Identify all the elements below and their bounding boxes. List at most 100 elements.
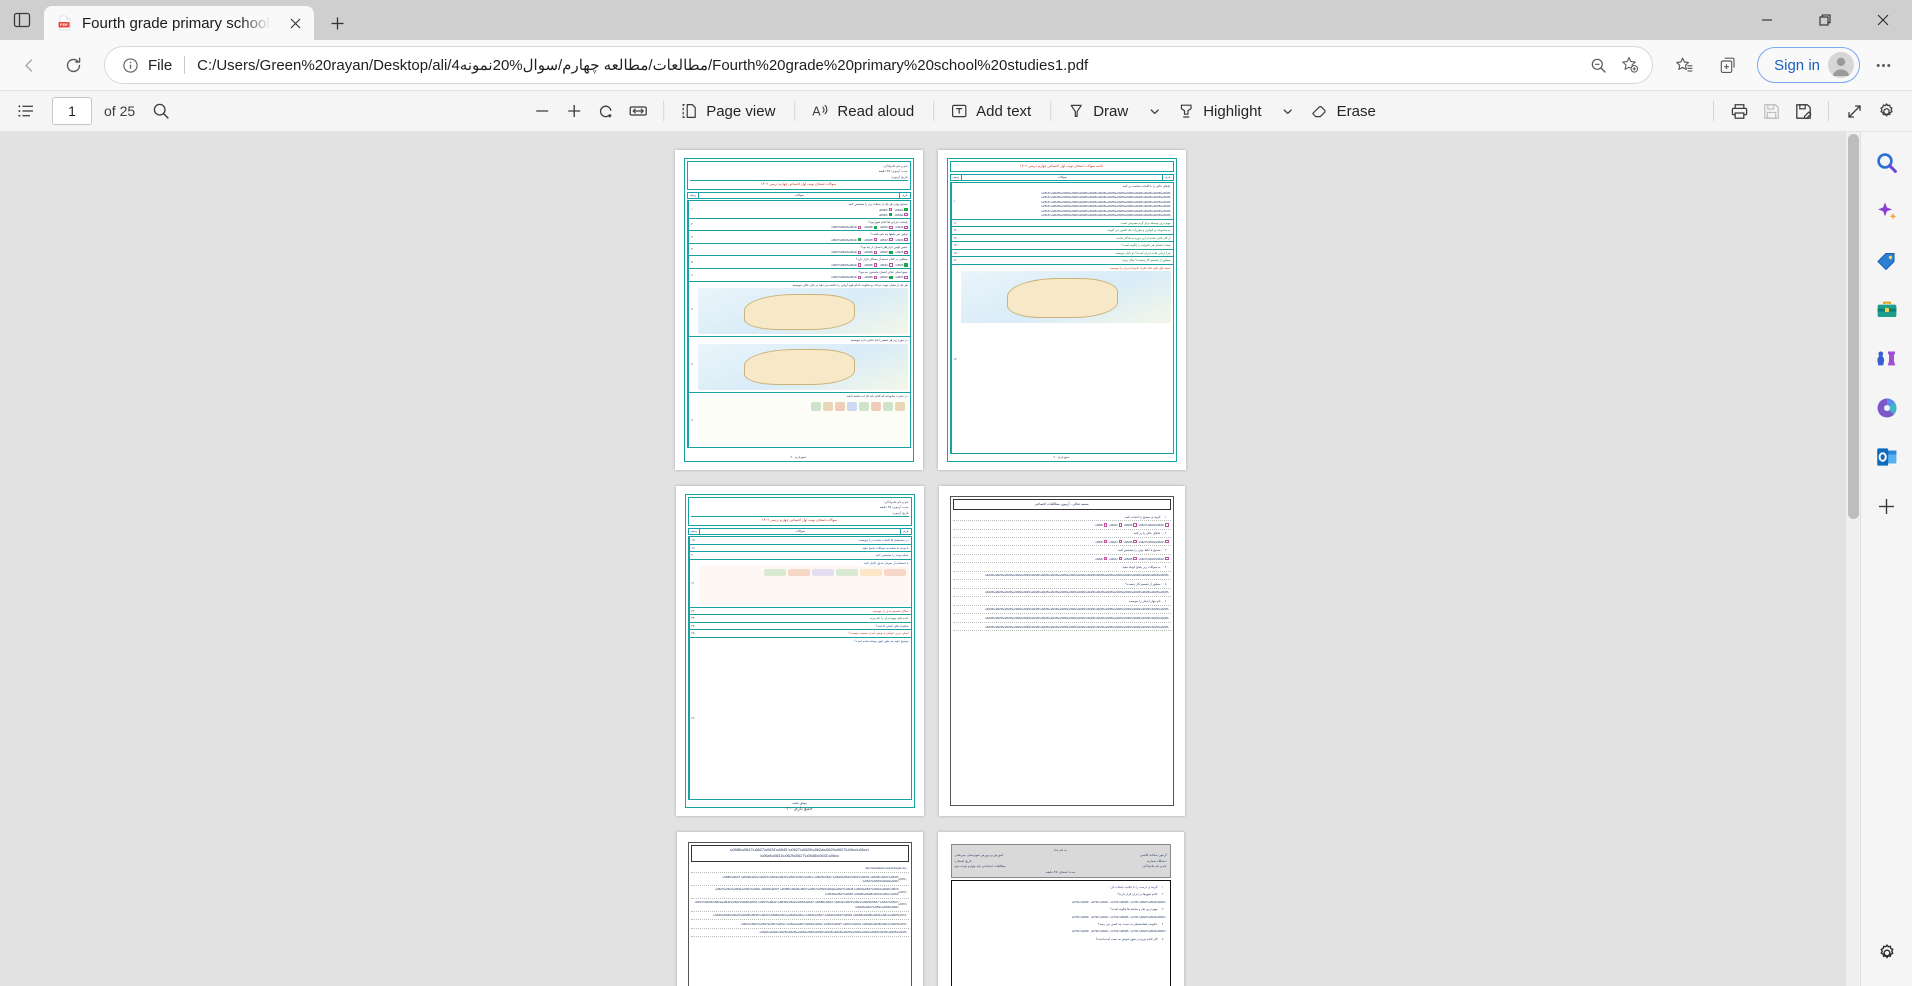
question-number: ۱۷ xyxy=(950,264,959,453)
pdf-toolbar-right xyxy=(1704,95,1902,127)
map-figure xyxy=(697,288,908,335)
zoom-in-button[interactable] xyxy=(558,95,590,127)
new-tab-button[interactable] xyxy=(320,6,354,40)
zoom-out-icon[interactable] xyxy=(1582,49,1614,81)
restore-button[interactable] xyxy=(1796,0,1854,40)
pdf-page[interactable]: به نام خدا آزمون سالانه کلاسی آموزش و پرو… xyxy=(937,832,1184,986)
question-number: ۱۶ xyxy=(950,257,959,264)
page-view-button[interactable]: Page view xyxy=(673,95,785,127)
save-as-icon[interactable] xyxy=(1787,95,1819,127)
fit-to-width-icon[interactable] xyxy=(622,95,654,127)
save-icon xyxy=(1755,95,1787,127)
question-row: صحیح بودن هر یک از جملات زیر را مشخص کنی… xyxy=(686,200,911,219)
sign-in-button[interactable]: Sign in xyxy=(1757,47,1860,83)
question-row: ۳ مهم ترین نیاز و سابقه ها چگونه است؟ xyxy=(954,906,1168,914)
tab-actions-button[interactable] xyxy=(0,0,44,40)
avatar xyxy=(1828,52,1854,78)
zoom-out-button[interactable] xyxy=(526,95,558,127)
question-number: ۲۰ xyxy=(688,552,697,559)
print-icon[interactable] xyxy=(1723,95,1755,127)
info-icon[interactable] xyxy=(119,54,141,76)
highlight-button[interactable]: Highlight xyxy=(1170,95,1271,127)
minimize-button[interactable] xyxy=(1738,0,1796,40)
expand-icon[interactable] xyxy=(1838,95,1870,127)
source-line: http://eshabakeh.medu2.blogfa.com xyxy=(690,865,909,873)
pdf-page[interactable]: نام و نام خانوادگی: مدت آزمون: ۴۵ دقیقه … xyxy=(675,486,924,816)
question-text: از آثار باقی مانده از این دوره به یادگار… xyxy=(1115,235,1171,240)
question-text: مهم ترین نیاز و سابقه ها چگونه است؟ xyxy=(1110,907,1158,912)
question-number: ۸ xyxy=(687,337,696,392)
question-row: از آثار باقی مانده از این دوره به یادگار… xyxy=(949,234,1174,243)
page-count-label: of 25 xyxy=(104,103,136,119)
question-number: ۱۸ xyxy=(688,537,697,544)
address-bar[interactable]: File C:/Users/Green%20rayan/Desktop/ali/… xyxy=(104,46,1654,84)
microsoft365-icon[interactable] xyxy=(1870,391,1904,425)
collections-icon[interactable] xyxy=(1707,46,1749,84)
back-button[interactable] xyxy=(8,46,50,84)
search-icon[interactable] xyxy=(1870,146,1904,180)
col-score: بارم xyxy=(903,529,909,534)
browser-more-button[interactable] xyxy=(1862,46,1904,84)
question-text: در مورد زیر هر عضو را نام غذایی دارد بنو… xyxy=(849,338,908,343)
question-block: ۱ گزینه ی درست را با علامت انتخاب کن. ۲ … xyxy=(950,880,1171,986)
settings-icon[interactable] xyxy=(1870,95,1902,127)
question-row: ۱ گزینه ی صحیح را انتخاب کنید. xyxy=(952,513,1171,522)
copilot-icon[interactable] xyxy=(1870,195,1904,229)
header-line-6: دستگاه شماره: xyxy=(1146,858,1167,863)
answer-line: \u2026\u2026\u2026\u2026\u2026\u2026\u20… xyxy=(952,572,1171,581)
table-of-contents-icon[interactable] xyxy=(10,95,42,127)
exam-title: ادامه سوالات امتحان نوبت اول اجتماعی چها… xyxy=(1019,164,1104,168)
question-text: به سوالات زیر پاسخ کوتاه دهید. xyxy=(1121,564,1161,569)
question-number: ۳ xyxy=(687,231,696,243)
question-number: ۱۲ xyxy=(950,227,959,234)
pdf-page[interactable]: بسمه تعالی - آزمون مطالعات اجتماعی ۱ گزی… xyxy=(938,486,1185,816)
close-icon[interactable] xyxy=(284,12,306,34)
page-footer: جمع بارم: ۲۰ xyxy=(786,806,813,812)
games-icon[interactable] xyxy=(1870,342,1904,376)
scrollbar-thumb[interactable] xyxy=(1848,134,1859,519)
add-sidebar-icon[interactable] xyxy=(1870,489,1904,523)
erase-label: Erase xyxy=(1336,102,1376,120)
tools-icon[interactable] xyxy=(1870,293,1904,327)
question-text: مهم ترین وسیله برای گرم مصرفی است. xyxy=(1119,220,1171,225)
pdf-page[interactable]: \u0686\u0647\u0627\u0631\u0645 \u0627\u0… xyxy=(676,832,923,986)
table-figure xyxy=(698,566,909,605)
header-line-2: آموزش و پرورش شهرستان سریشان xyxy=(954,853,1004,858)
erase-button[interactable]: Erase xyxy=(1304,95,1386,127)
add-text-label: Add text xyxy=(976,102,1032,120)
outlook-icon[interactable] xyxy=(1870,440,1904,474)
read-aloud-button[interactable]: A Read aloud xyxy=(804,95,924,127)
page-number-input[interactable]: 1 xyxy=(52,97,92,125)
close-button[interactable] xyxy=(1854,0,1912,40)
question-row: ۵ منظور از تقسیم کار چیست؟ xyxy=(952,580,1171,589)
draw-options-chevron-down-icon[interactable] xyxy=(1138,95,1170,127)
sidebar-settings-icon[interactable] xyxy=(1870,936,1904,970)
svg-text:A: A xyxy=(812,105,821,119)
browser-tab[interactable]: PDF Fourth grade primary school stud xyxy=(44,6,314,40)
answer-line: \u2026\u2026\u2026\u2026\u2026\u2026\u20… xyxy=(952,606,1171,615)
question-number: ۳ xyxy=(1161,907,1164,912)
col-question: سوالات xyxy=(698,192,901,199)
question-text: با استفاده از نمودار جدول کامل کنید. xyxy=(863,560,909,565)
highlight-label: Highlight xyxy=(1203,102,1262,120)
toolbar-divider xyxy=(1828,101,1829,121)
question-text: دسته اول های خانه افراد خانواده ایران را… xyxy=(1109,265,1171,270)
shopping-tag-icon[interactable] xyxy=(1870,244,1904,278)
refresh-button[interactable] xyxy=(52,46,94,84)
search-icon[interactable] xyxy=(145,95,177,127)
draw-button[interactable]: Draw xyxy=(1060,95,1138,127)
favorites-icon[interactable] xyxy=(1663,46,1705,84)
pdf-page[interactable]: نام و نام خانوادگی: مدت آزمون: ۴۵ دقیقه … xyxy=(674,150,923,470)
question-text: در عبارت منابع اند که کدام باید کارات دا… xyxy=(846,393,908,398)
add-favorite-icon[interactable] xyxy=(1614,49,1646,81)
viewer-scrollbar[interactable] xyxy=(1845,132,1860,986)
highlight-options-chevron-down-icon[interactable] xyxy=(1272,95,1304,127)
page-row: نام و نام خانوادگی: مدت آزمون: ۴۵ دقیقه … xyxy=(674,150,1186,470)
pdf-viewer[interactable]: نام و نام خانوادگی: مدت آزمون: ۴۵ دقیقه … xyxy=(0,132,1860,986)
rotate-icon[interactable] xyxy=(590,95,622,127)
add-text-button[interactable]: Add text xyxy=(943,95,1041,127)
exam-date-label: تاریخ آزمون: xyxy=(891,174,908,179)
draw-label: Draw xyxy=(1093,102,1129,120)
question-row: شاهراه های اصلی کدامند؟ ۲۴ xyxy=(687,622,912,631)
pdf-page[interactable]: ادامه سوالات امتحان نوبت اول اجتماعی چها… xyxy=(937,150,1186,470)
